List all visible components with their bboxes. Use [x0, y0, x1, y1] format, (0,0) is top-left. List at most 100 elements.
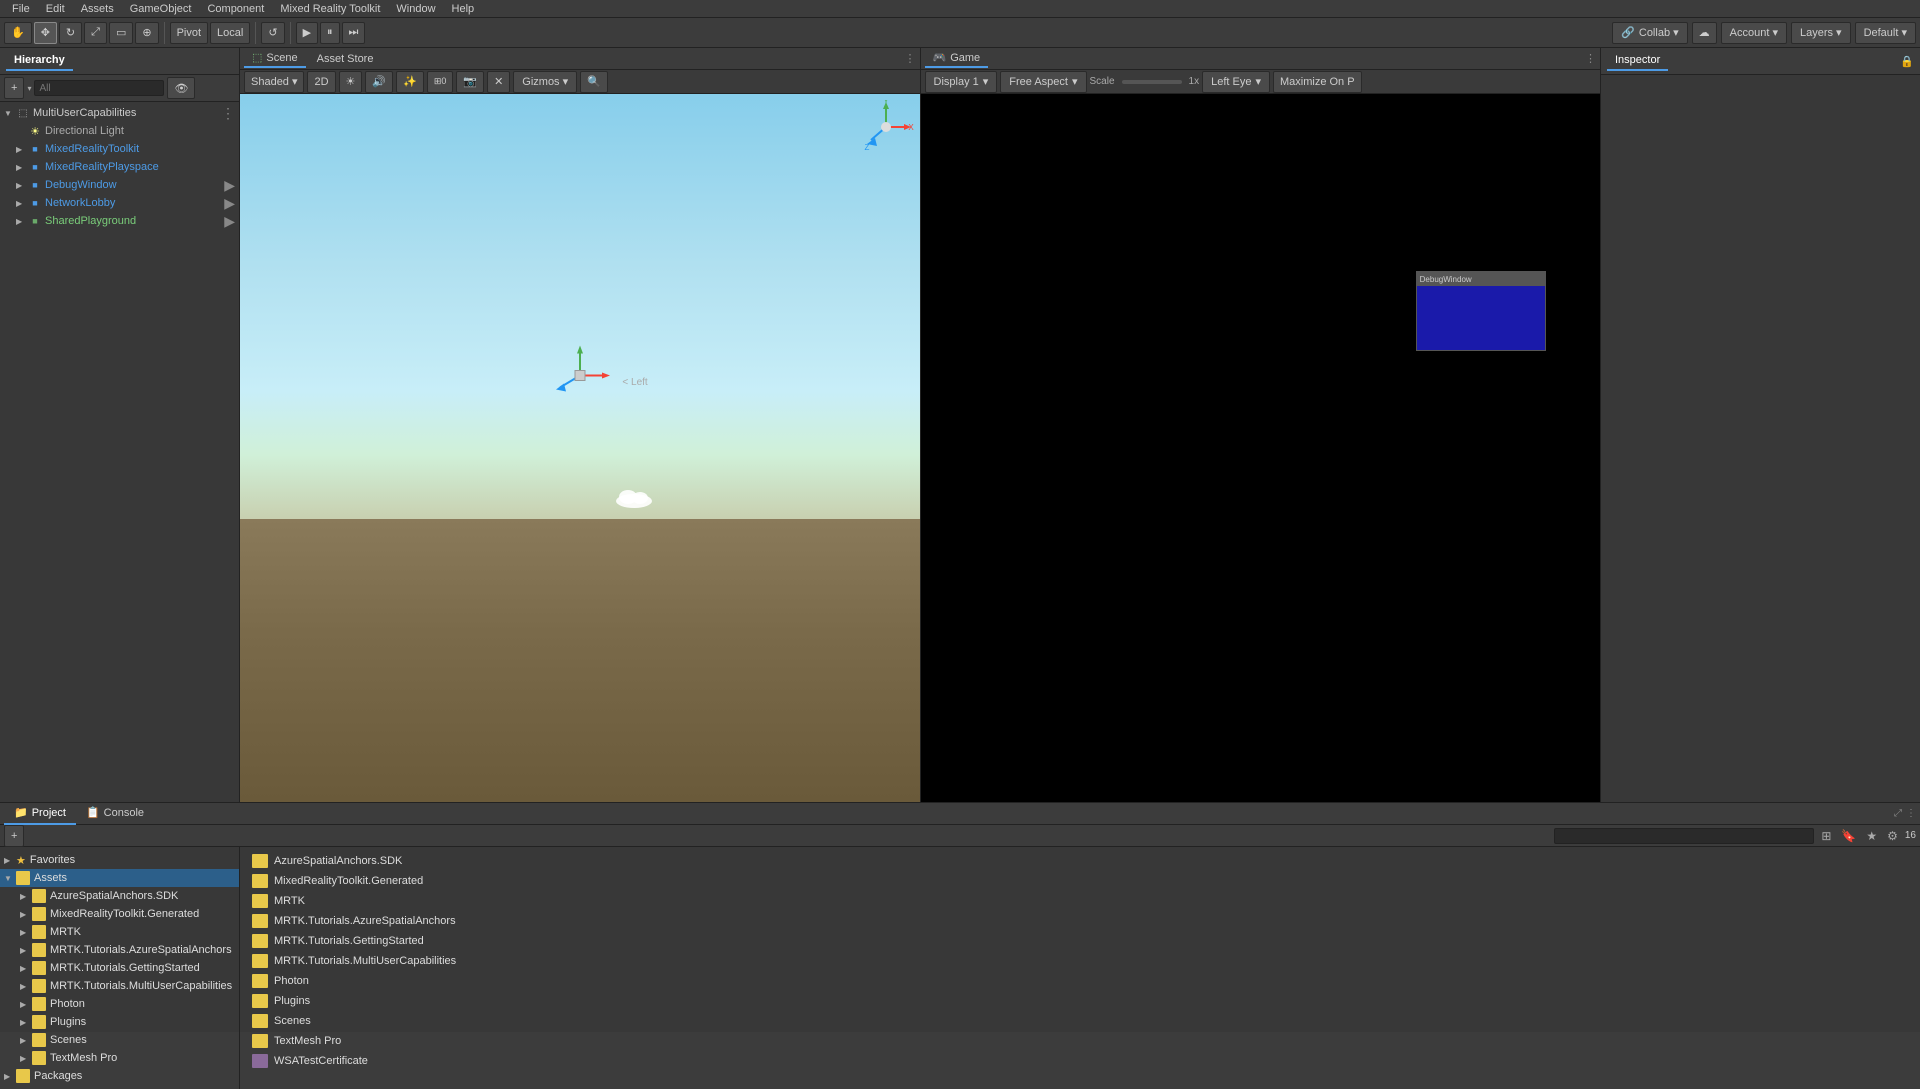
project-add-button[interactable]: + — [4, 825, 24, 847]
collab-button[interactable]: 🔗 Collab ▾ — [1612, 22, 1687, 44]
project-bookmark-btn[interactable]: 🔖 — [1838, 828, 1859, 844]
tree-item-plugins[interactable]: ▶ Plugins — [0, 1013, 239, 1031]
asset-item-mrtk-getting[interactable]: MRTK.Tutorials.GettingStarted — [248, 931, 1912, 951]
inspector-lock-icon[interactable]: 🔒 — [1900, 55, 1914, 68]
hierarchy-search[interactable] — [34, 80, 164, 96]
menu-help[interactable]: Help — [444, 1, 483, 17]
layers-button[interactable]: Layers ▾ — [1791, 22, 1851, 44]
scene-options-icon[interactable]: ⋮ — [905, 52, 916, 65]
menu-component[interactable]: Component — [199, 1, 272, 17]
project-tab[interactable]: 📁 Project — [4, 803, 76, 825]
menu-gameobject[interactable]: GameObject — [122, 1, 200, 17]
cloud-button[interactable]: ☁ — [1692, 22, 1717, 44]
hierarchy-item-multiuser[interactable]: ▼ ⬚ MultiUserCapabilities ⋮ — [0, 104, 239, 122]
asset-item-mrtk-multi[interactable]: MRTK.Tutorials.MultiUserCapabilities — [248, 951, 1912, 971]
move-tool[interactable]: ✥ — [34, 22, 57, 44]
maximize-on-play-btn[interactable]: Maximize On P — [1273, 71, 1362, 93]
tree-item-mrtk-getting[interactable]: ▶ MRTK.Tutorials.GettingStarted — [0, 959, 239, 977]
scene-search-btn[interactable]: 🔍 — [580, 71, 608, 93]
refresh-button[interactable]: ↺ — [261, 22, 284, 44]
debug-more[interactable]: ▶ — [224, 177, 235, 194]
tree-item-mrtk-azure[interactable]: ▶ MRTK.Tutorials.AzureSpatialAnchors — [0, 941, 239, 959]
layout-button[interactable]: Default ▾ — [1855, 22, 1916, 44]
asset-item-mrtk[interactable]: MRTK — [248, 891, 1912, 911]
tree-item-textmesh[interactable]: ▶ TextMesh Pro — [0, 1049, 239, 1067]
asset-item-textmesh[interactable]: TextMesh Pro — [248, 1031, 1912, 1051]
scene-tab[interactable]: ⬚ Scene — [244, 49, 306, 68]
hierarchy-tab[interactable]: Hierarchy — [6, 51, 73, 71]
asset-item-azure-sdk[interactable]: AzureSpatialAnchors.SDK — [248, 851, 1912, 871]
pause-button[interactable]: ⏸ — [320, 22, 340, 44]
hierarchy-item-sharedplayground[interactable]: ▶ ■ SharedPlayground ▶ — [0, 212, 239, 230]
transform-tool[interactable]: ⊕ — [135, 22, 158, 44]
tree-item-mrtk-gen[interactable]: ▶ MixedRealityToolkit.Generated — [0, 905, 239, 923]
hierarchy-item-debugwindow[interactable]: ▶ ■ DebugWindow ▶ — [0, 176, 239, 194]
asset-item-mrtk-azure[interactable]: MRTK.Tutorials.AzureSpatialAnchors — [248, 911, 1912, 931]
tree-item-azure-sdk[interactable]: ▶ AzureSpatialAnchors.SDK — [0, 887, 239, 905]
tree-item-mrtk[interactable]: ▶ MRTK — [0, 923, 239, 941]
tree-item-photon[interactable]: ▶ Photon — [0, 995, 239, 1013]
hand-tool[interactable]: ✋ — [4, 22, 32, 44]
play-button[interactable]: ▶ — [296, 22, 318, 44]
game-tab[interactable]: 🎮 Game — [925, 49, 989, 68]
asset-item-mrtk-gen[interactable]: MixedRealityToolkit.Generated — [248, 871, 1912, 891]
tree-item-assets[interactable]: ▼ Assets — [0, 869, 239, 887]
hierarchy-item-networklobby[interactable]: ▶ ■ NetworkLobby ▶ — [0, 194, 239, 212]
project-settings-btn[interactable]: ⚙ — [1884, 828, 1901, 844]
account-button[interactable]: Account ▾ — [1721, 22, 1787, 44]
rect-tool[interactable]: ▭ — [109, 22, 133, 44]
asset-item-wsa-cert[interactable]: WSATestCertificate — [248, 1051, 1912, 1071]
scale-tool[interactable]: ⤢ — [84, 22, 107, 44]
project-filter-btn[interactable]: ⊞ — [1818, 828, 1834, 844]
pivot-button[interactable]: Pivot — [170, 22, 208, 44]
tree-item-packages[interactable]: ▶ Packages — [0, 1067, 239, 1085]
menu-assets[interactable]: Assets — [73, 1, 122, 17]
tree-item-mrtk-multi[interactable]: ▶ MRTK.Tutorials.MultiUserCapabilities — [0, 977, 239, 995]
hierarchy-item-mrtk-playspace[interactable]: ▶ ■ MixedRealityPlayspace — [0, 158, 239, 176]
local-button[interactable]: Local — [210, 22, 250, 44]
scene-camera-btn[interactable]: 📷 — [456, 71, 484, 93]
hierarchy-item-dirlight[interactable]: ☀ Directional Light — [0, 122, 239, 140]
aspect-dropdown[interactable]: Free Aspect ▾ — [1000, 71, 1086, 93]
asset-store-tab[interactable]: Asset Store — [309, 51, 382, 67]
multiuser-more[interactable]: ⋮ — [221, 105, 235, 122]
tree-item-scenes[interactable]: ▶ Scenes — [0, 1031, 239, 1049]
step-button[interactable]: ⏭ — [342, 22, 366, 44]
network-more[interactable]: ▶ — [224, 195, 235, 212]
game-content[interactable]: DebugWindow — [921, 94, 1601, 802]
scene-fx-btn[interactable]: ✨ — [396, 71, 424, 93]
eye-dropdown[interactable]: Left Eye ▾ — [1202, 71, 1270, 93]
menu-file[interactable]: File — [4, 1, 38, 17]
gizmos-dropdown[interactable]: Gizmos ▾ — [513, 71, 577, 93]
menu-mrtk[interactable]: Mixed Reality Toolkit — [272, 1, 388, 17]
console-tab[interactable]: 📋 Console — [76, 803, 154, 825]
network-label: NetworkLobby — [45, 197, 115, 209]
scale-slider[interactable] — [1122, 80, 1182, 84]
project-star-btn[interactable]: ★ — [1863, 828, 1880, 844]
rotate-tool[interactable]: ↻ — [59, 22, 82, 44]
scene-lighting-btn[interactable]: ☀ — [339, 71, 363, 93]
display-dropdown[interactable]: Display 1 ▾ — [925, 71, 998, 93]
shading-dropdown[interactable]: Shaded ▾ — [244, 71, 304, 93]
asset-item-scenes[interactable]: Scenes — [248, 1011, 1912, 1031]
hierarchy-item-mrtk[interactable]: ▶ ■ MixedRealityToolkit — [0, 140, 239, 158]
bottom-more-icon[interactable]: ⋮ — [1906, 808, 1916, 819]
scenes-label: Scenes — [50, 1034, 87, 1046]
bottom-expand-icon[interactable]: ⤢ — [1894, 808, 1902, 819]
hierarchy-add-button[interactable]: + — [4, 77, 24, 99]
asset-item-photon[interactable]: Photon — [248, 971, 1912, 991]
game-options-icon[interactable]: ⋮ — [1585, 52, 1596, 65]
scene-content[interactable]: < Left Y X Z — [240, 94, 920, 802]
asset-item-plugins[interactable]: Plugins — [248, 991, 1912, 1011]
scene-more-btn[interactable]: ✕ — [487, 71, 510, 93]
2d-button[interactable]: 2D — [307, 71, 335, 93]
tree-item-favorites[interactable]: ▶ ★ Favorites — [0, 851, 239, 869]
menu-window[interactable]: Window — [388, 1, 443, 17]
shared-more[interactable]: ▶ — [224, 213, 235, 230]
inspector-tab[interactable]: Inspector — [1607, 51, 1668, 71]
project-search[interactable] — [1554, 828, 1814, 844]
scene-audio-btn[interactable]: 🔊 — [365, 71, 393, 93]
scene-grid-btn[interactable]: ⊞0 — [427, 71, 454, 93]
menu-edit[interactable]: Edit — [38, 1, 73, 17]
hierarchy-eye-button[interactable]: 👁 — [167, 77, 195, 99]
